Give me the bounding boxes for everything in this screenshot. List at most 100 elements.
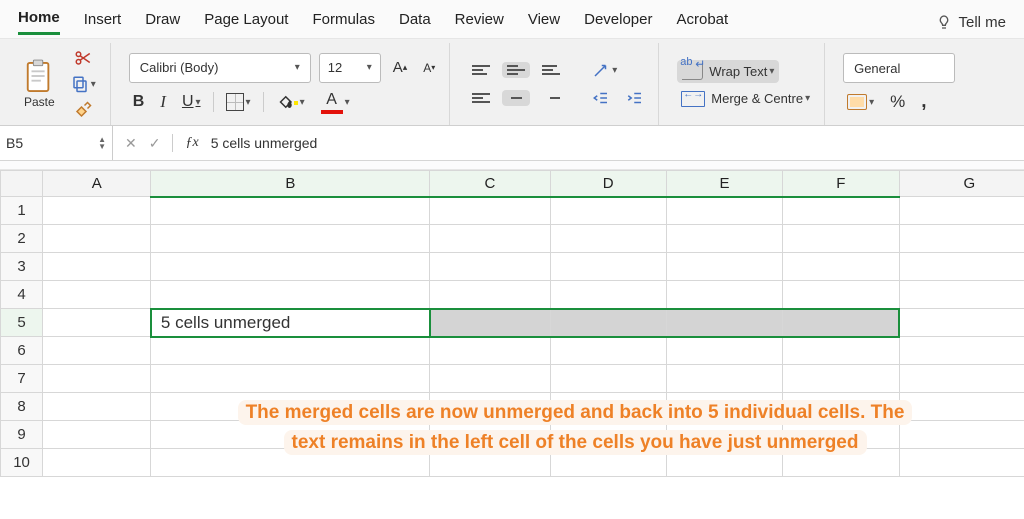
row-header-4[interactable]: 4: [1, 281, 43, 309]
align-right-button[interactable]: [538, 91, 564, 105]
row-header-3[interactable]: 3: [1, 253, 43, 281]
row-header-10[interactable]: 10: [1, 449, 43, 477]
font-size-select[interactable]: 12 ▾: [319, 53, 381, 83]
cell-F5[interactable]: [783, 309, 899, 337]
row-header-5[interactable]: 5: [1, 309, 43, 337]
col-header-A[interactable]: A: [43, 171, 151, 197]
percent-format-button[interactable]: %: [886, 90, 909, 114]
group-alignment: ▾: [458, 43, 659, 125]
font-size-value: 12: [328, 60, 342, 75]
col-header-F[interactable]: F: [783, 171, 899, 197]
ribbon: Paste ▾ Calibri (Body) ▾: [0, 39, 1024, 126]
cut-button[interactable]: [70, 47, 96, 69]
wrap-text-icon: [682, 63, 703, 80]
font-family-select[interactable]: Calibri (Body) ▾: [129, 53, 311, 83]
borders-icon: [226, 93, 244, 111]
clipboard-icon: [24, 59, 54, 93]
tab-draw[interactable]: Draw: [145, 11, 180, 34]
tab-data[interactable]: Data: [399, 11, 431, 34]
wrap-text-button[interactable]: Wrap Text ▾: [677, 60, 779, 83]
cancel-button[interactable]: ✕: [125, 135, 137, 152]
row-header-2[interactable]: 2: [1, 225, 43, 253]
cell-B5-text: 5 cells unmerged: [153, 313, 428, 333]
align-right-icon: [542, 93, 560, 103]
col-header-E[interactable]: E: [666, 171, 782, 197]
chevron-down-icon: ▾: [367, 62, 372, 73]
column-headers: A B C D E F G: [1, 171, 1024, 197]
merge-centre-button[interactable]: Merge & Centre ▾: [677, 89, 814, 109]
chevron-down-icon: ▾: [869, 97, 874, 108]
font-family-value: Calibri (Body): [140, 60, 219, 75]
cell-D5[interactable]: [550, 309, 666, 337]
bold-button[interactable]: B: [129, 91, 149, 113]
tab-acrobat[interactable]: Acrobat: [676, 11, 728, 34]
align-top-button[interactable]: [468, 63, 494, 77]
formula-bar: B5 ▲▼ ✕ ✓ ƒx 5 cells unmerged: [0, 126, 1024, 161]
format-painter-button[interactable]: [70, 99, 96, 121]
font-color-button[interactable]: A ▾: [317, 89, 354, 116]
align-left-button[interactable]: [468, 91, 494, 105]
number-format-value: General: [854, 61, 900, 76]
chevron-down-icon: ▾: [196, 97, 201, 108]
annotation-callout: The merged cells are now unmerged and ba…: [235, 398, 915, 458]
align-middle-icon: [507, 65, 525, 75]
accounting-icon: [847, 94, 867, 110]
ribbon-tabs: Home Insert Draw Page Layout Formulas Da…: [0, 0, 1024, 39]
name-box[interactable]: B5 ▲▼: [0, 126, 113, 160]
cell-E5[interactable]: [666, 309, 782, 337]
tab-pagelayout[interactable]: Page Layout: [204, 11, 288, 34]
increase-indent-button[interactable]: [622, 87, 648, 109]
row-header-8[interactable]: 8: [1, 393, 43, 421]
merge-icon: [681, 91, 705, 107]
formula-input[interactable]: 5 cells unmerged: [211, 135, 318, 151]
fill-color-button[interactable]: ▾: [272, 91, 309, 113]
italic-button[interactable]: I: [156, 90, 170, 114]
fx-icon[interactable]: ƒx: [185, 135, 198, 151]
indent-left-icon: [592, 89, 610, 107]
col-header-D[interactable]: D: [550, 171, 666, 197]
select-all-corner[interactable]: [1, 171, 43, 197]
chevron-down-icon: ▾: [295, 62, 300, 73]
underline-label: U: [182, 93, 194, 111]
orientation-button[interactable]: ▾: [588, 59, 621, 81]
tell-me[interactable]: Tell me: [936, 14, 1006, 31]
comma-format-button[interactable]: ,: [917, 89, 930, 115]
row-header-1[interactable]: 1: [1, 197, 43, 225]
copy-button[interactable]: ▾: [67, 73, 100, 95]
tab-developer[interactable]: Developer: [584, 11, 652, 34]
decrease-indent-button[interactable]: [588, 87, 614, 109]
copy-dropdown-icon: ▾: [91, 79, 96, 90]
increase-font-button[interactable]: A▴: [389, 57, 412, 78]
align-middle-button[interactable]: [502, 62, 530, 78]
borders-button[interactable]: ▾: [222, 91, 255, 113]
decrease-font-button[interactable]: A▾: [419, 59, 439, 77]
tab-review[interactable]: Review: [455, 11, 504, 34]
tab-insert[interactable]: Insert: [84, 11, 122, 34]
align-left-icon: [472, 93, 490, 103]
col-header-G[interactable]: G: [899, 171, 1024, 197]
row-header-9[interactable]: 9: [1, 421, 43, 449]
chevron-down-icon: ▾: [246, 97, 251, 108]
row-header-7[interactable]: 7: [1, 365, 43, 393]
paste-button[interactable]: Paste: [20, 57, 59, 111]
group-number: General ▾ % ,: [833, 43, 971, 125]
row-header-6[interactable]: 6: [1, 337, 43, 365]
group-wrap-merge: Wrap Text ▾ Merge & Centre ▾: [667, 43, 825, 125]
align-center-button[interactable]: [502, 90, 530, 106]
cell-B5[interactable]: 5 cells unmerged: [151, 309, 430, 337]
tab-home[interactable]: Home: [18, 9, 60, 35]
paste-label: Paste: [24, 95, 55, 109]
align-bottom-button[interactable]: [538, 63, 564, 77]
confirm-button[interactable]: ✓: [149, 135, 161, 152]
accounting-format-button[interactable]: ▾: [843, 92, 878, 112]
align-center-icon: [507, 93, 525, 103]
tab-formulas[interactable]: Formulas: [312, 11, 375, 34]
tab-view[interactable]: View: [528, 11, 560, 34]
col-header-B[interactable]: B: [151, 171, 430, 197]
underline-button[interactable]: U▾: [178, 91, 205, 113]
col-header-C[interactable]: C: [430, 171, 550, 197]
group-font: Calibri (Body) ▾ 12 ▾ A▴ A▾ B I U▾ ▾: [119, 43, 451, 125]
cell-C5[interactable]: [430, 309, 550, 337]
name-box-value: B5: [6, 135, 23, 151]
number-format-select[interactable]: General: [843, 53, 955, 83]
